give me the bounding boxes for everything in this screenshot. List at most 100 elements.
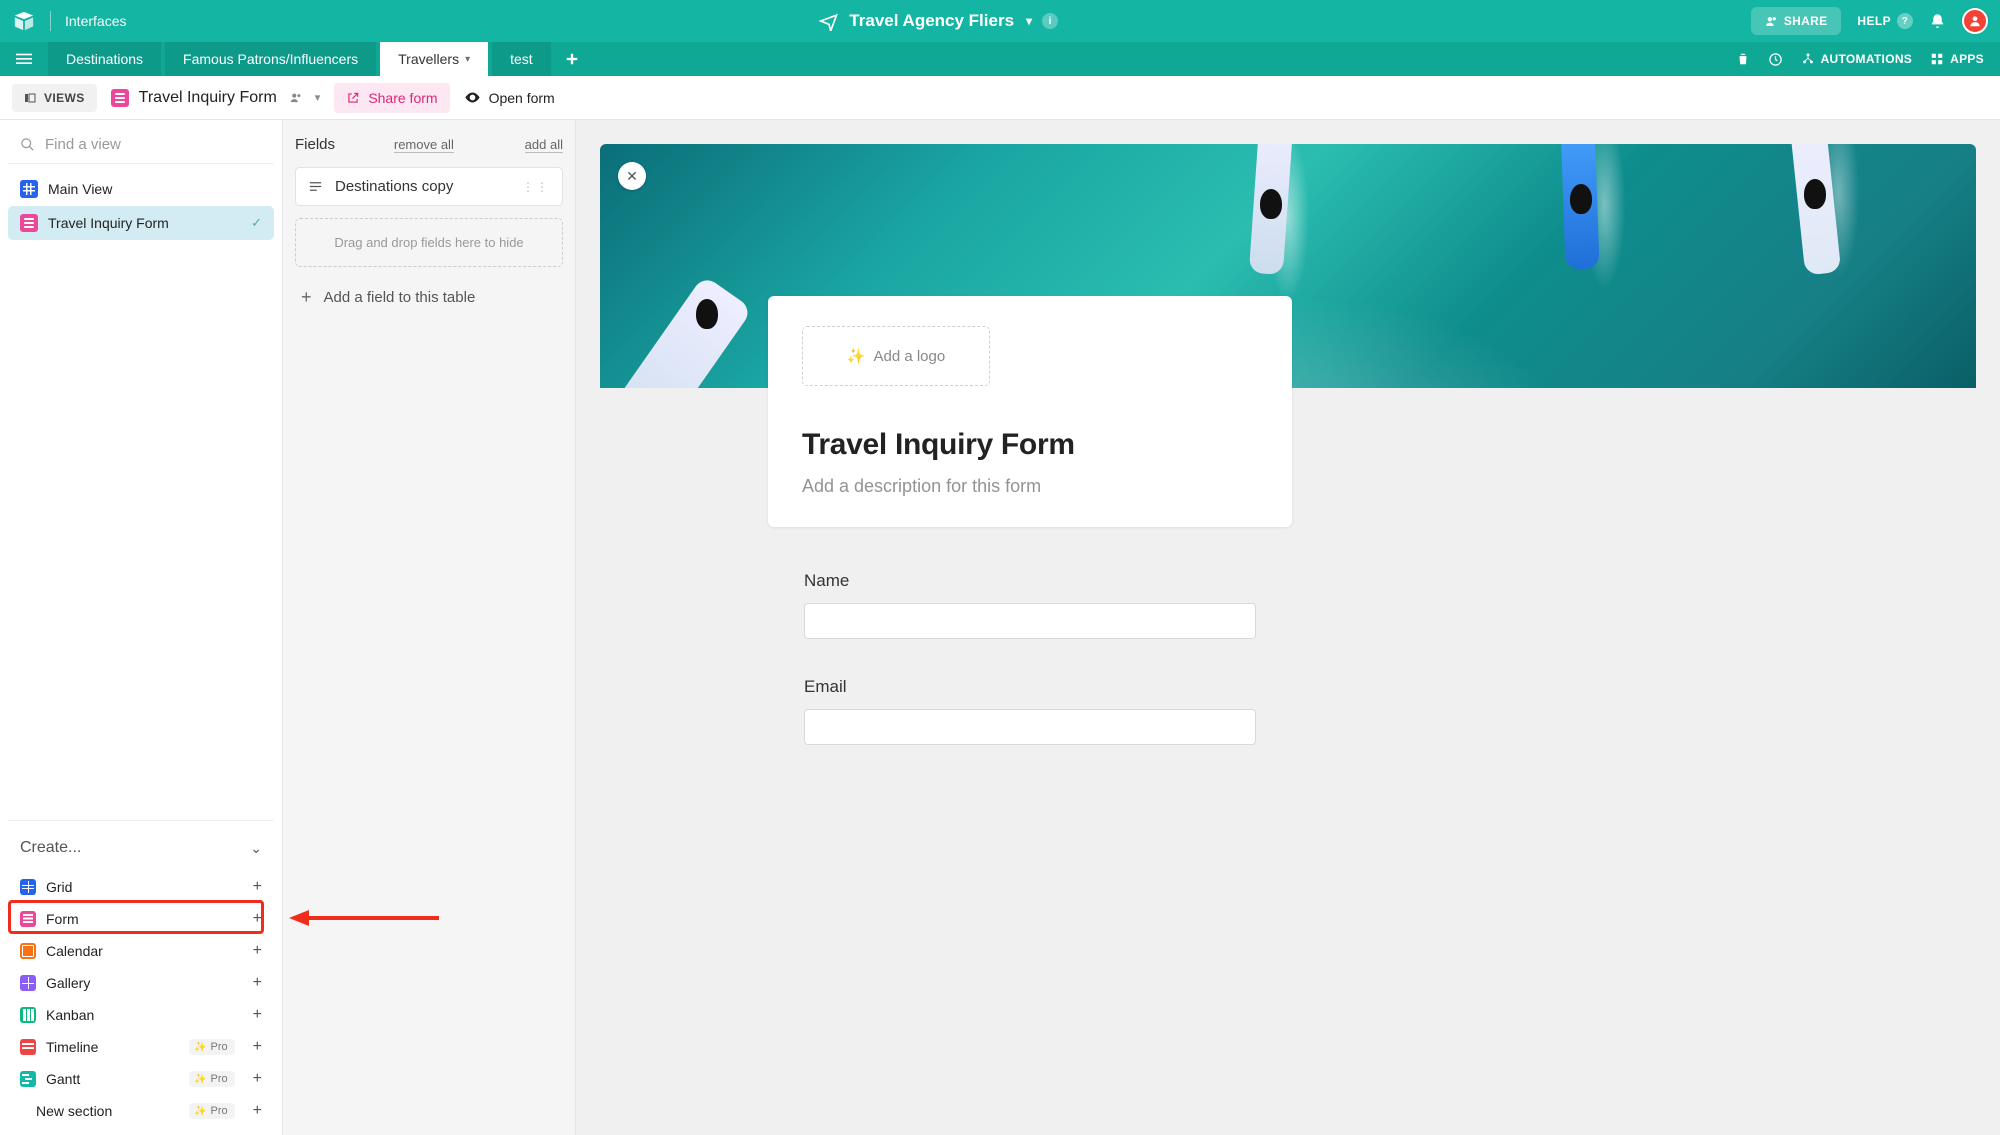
share-button[interactable]: SHARE (1751, 7, 1842, 35)
create-calendar[interactable]: Calendar + (8, 935, 274, 967)
tab-patrons[interactable]: Famous Patrons/Influencers (165, 42, 376, 76)
view-search-input[interactable] (45, 136, 262, 153)
airplane-icon (819, 11, 839, 31)
create-item-label: New section (36, 1103, 112, 1119)
create-item-label: Kanban (46, 1007, 94, 1023)
chevron-down-icon: ⌄ (250, 840, 262, 857)
apps-link[interactable]: APPS (1930, 52, 1984, 66)
plus-icon: + (253, 878, 262, 896)
help-link[interactable]: HELP ? (1857, 13, 1913, 29)
tab-label: Famous Patrons/Influencers (183, 51, 358, 67)
bell-icon[interactable] (1929, 13, 1946, 30)
app-logo[interactable] (12, 9, 36, 33)
add-table-button[interactable] (555, 42, 589, 76)
search-icon (20, 137, 35, 152)
drag-handle-icon[interactable]: ⋮⋮ (522, 180, 550, 194)
base-name-text: Travel Agency Fliers (849, 11, 1014, 31)
view-item-form[interactable]: Travel Inquiry Form ✓ (8, 206, 274, 240)
tab-destinations[interactable]: Destinations (48, 42, 161, 76)
create-gantt[interactable]: Gantt Pro + (8, 1063, 274, 1095)
views-label: VIEWS (44, 91, 85, 105)
tab-label: Travellers (398, 51, 459, 67)
base-title[interactable]: Travel Agency Fliers ▾ i (140, 11, 1736, 31)
check-icon: ✓ (251, 215, 262, 231)
plus-icon: + (253, 910, 262, 928)
trash-button[interactable] (1736, 52, 1750, 66)
open-form-button[interactable]: Open form (464, 89, 555, 106)
plus-icon: + (253, 1038, 262, 1056)
hide-fields-dropzone[interactable]: Drag and drop fields here to hide (295, 218, 563, 267)
plus-icon: + (301, 287, 312, 308)
tab-label: test (510, 51, 533, 67)
share-form-button[interactable]: Share form (334, 83, 449, 113)
views-sidebar: Main View Travel Inquiry Form ✓ Create..… (0, 120, 283, 1135)
create-item-label: Grid (46, 879, 72, 895)
timeline-icon (20, 1039, 36, 1055)
cover-decoration (696, 299, 718, 329)
create-label: Create... (20, 839, 81, 857)
question-icon: ? (1897, 13, 1913, 29)
form-description-placeholder[interactable]: Add a description for this form (802, 476, 1258, 497)
tab-test[interactable]: test (492, 42, 551, 76)
text-input[interactable] (804, 603, 1256, 639)
help-label: HELP (1857, 14, 1891, 28)
cover-decoration (1789, 144, 1842, 275)
create-section-item[interactable]: New section Pro + (8, 1095, 274, 1127)
create-form[interactable]: Form + (8, 903, 274, 935)
current-view-name[interactable]: Travel Inquiry Form ▾ (111, 89, 321, 107)
chevron-down-icon: ▾ (1026, 14, 1032, 28)
view-search (8, 130, 274, 164)
form-icon (111, 89, 129, 107)
people-icon (1765, 15, 1778, 28)
add-field-label: Add a field to this table (324, 289, 476, 306)
add-logo-button[interactable]: ✨ Add a logo (802, 326, 990, 386)
main-area: Main View Travel Inquiry Form ✓ Create..… (0, 120, 2000, 1135)
create-timeline[interactable]: Timeline Pro + (8, 1031, 274, 1063)
hamburger-icon[interactable] (0, 42, 48, 76)
add-all-link[interactable]: add all (525, 137, 563, 153)
interfaces-link[interactable]: Interfaces (65, 13, 126, 29)
kanban-icon (20, 1007, 36, 1023)
calendar-icon (20, 943, 36, 959)
grid-icon (20, 180, 38, 198)
plus-icon: + (253, 1070, 262, 1088)
view-item-label: Main View (48, 181, 112, 197)
create-header[interactable]: Create... ⌄ (8, 831, 274, 865)
create-kanban[interactable]: Kanban + (8, 999, 274, 1031)
field-chip[interactable]: Destinations copy ⋮⋮ (295, 167, 563, 206)
field-label[interactable]: Email (804, 677, 1256, 697)
field-chip-label: Destinations copy (335, 178, 453, 195)
pro-badge: Pro (189, 1103, 235, 1119)
form-fields-area: Name Email (804, 571, 1256, 745)
fields-header: Fields remove all add all (295, 136, 563, 153)
user-avatar[interactable] (1962, 8, 1988, 34)
form-field-name: Name (804, 571, 1256, 639)
apps-label: APPS (1950, 52, 1984, 66)
open-form-label: Open form (489, 90, 555, 106)
cover-decoration (1804, 179, 1826, 209)
form-title[interactable]: Travel Inquiry Form (802, 428, 1258, 462)
text-input[interactable] (804, 709, 1256, 745)
pro-badge: Pro (189, 1071, 235, 1087)
top-bar: Interfaces Travel Agency Fliers ▾ i SHAR… (0, 0, 2000, 42)
chevron-down-icon[interactable]: ▾ (315, 91, 321, 104)
create-grid[interactable]: Grid + (8, 871, 274, 903)
plus-icon: + (253, 942, 262, 960)
fields-panel: Fields remove all add all Destinations c… (283, 120, 576, 1135)
create-gallery[interactable]: Gallery + (8, 967, 274, 999)
form-icon (20, 214, 38, 232)
gantt-icon (20, 1071, 36, 1087)
view-item-main[interactable]: Main View (8, 172, 274, 206)
view-list: Main View Travel Inquiry Form ✓ (8, 172, 274, 240)
field-label[interactable]: Name (804, 571, 1256, 591)
tabrow-right: AUTOMATIONS APPS (1736, 42, 2000, 76)
collaborators-icon[interactable] (287, 91, 305, 105)
automations-link[interactable]: AUTOMATIONS (1801, 52, 1913, 66)
remove-all-link[interactable]: remove all (394, 137, 454, 153)
views-toggle-button[interactable]: VIEWS (12, 84, 97, 112)
add-field-button[interactable]: + Add a field to this table (295, 283, 563, 312)
remove-cover-button[interactable]: ✕ (618, 162, 646, 190)
history-button[interactable] (1768, 52, 1783, 67)
tab-travellers[interactable]: Travellers▾ (380, 42, 488, 76)
info-icon[interactable]: i (1042, 13, 1058, 29)
